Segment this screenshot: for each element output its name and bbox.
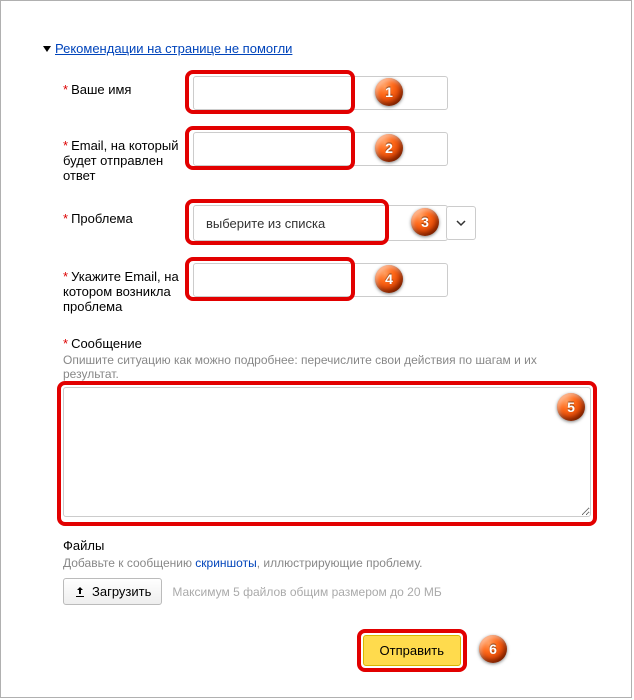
row-problem: *Проблема выберите из списка 3 <box>63 205 591 241</box>
upload-button-label: Загрузить <box>92 584 151 599</box>
message-textarea[interactable] <box>63 387 591 517</box>
files-help: Добавьте к сообщению скриншоты, иллюстри… <box>63 556 591 570</box>
label-problem-email: *Укажите Email, на котором возникла проб… <box>63 263 193 314</box>
screenshots-link[interactable]: скриншоты <box>195 556 256 570</box>
row-message: *Сообщение Опишите ситуацию как можно по… <box>63 336 591 520</box>
chevron-down-icon[interactable] <box>446 206 476 240</box>
required-mark: * <box>63 138 68 153</box>
email-input[interactable] <box>193 132 448 166</box>
row-files: Файлы Добавьте к сообщению скриншоты, ил… <box>63 538 591 605</box>
upload-button[interactable]: Загрузить <box>63 578 162 605</box>
form: *Ваше имя 1 *Email, на который будет отп… <box>63 76 591 666</box>
row-email: *Email, на который будет отправлен ответ… <box>63 132 591 183</box>
header-toggle[interactable]: Рекомендации на странице не помогли <box>43 41 631 56</box>
name-input[interactable] <box>193 76 448 110</box>
required-mark: * <box>63 211 68 226</box>
required-mark: * <box>63 269 68 284</box>
submit-button[interactable]: Отправить <box>363 635 461 666</box>
label-problem: *Проблема <box>63 205 193 226</box>
upload-hint: Максимум 5 файлов общим размером до 20 М… <box>172 585 441 599</box>
required-mark: * <box>63 336 68 351</box>
label-message: Сообщение <box>71 336 142 351</box>
required-mark: * <box>63 82 68 97</box>
problem-email-input[interactable] <box>193 263 448 297</box>
message-help: Опишите ситуацию как можно подробнее: пе… <box>63 353 591 381</box>
row-problem-email: *Укажите Email, на котором возникла проб… <box>63 263 591 314</box>
header-link[interactable]: Рекомендации на странице не помогли <box>55 41 292 56</box>
problem-select[interactable]: выберите из списка <box>193 205 448 241</box>
row-name: *Ваше имя 1 <box>63 76 591 110</box>
label-email: *Email, на который будет отправлен ответ <box>63 132 193 183</box>
triangle-down-icon <box>43 46 51 52</box>
files-title: Файлы <box>63 538 591 553</box>
page-frame: Рекомендации на странице не помогли *Ваш… <box>0 0 632 698</box>
problem-select-value: выберите из списка <box>206 216 325 231</box>
submit-row: Отправить 6 <box>63 635 591 666</box>
annotation-badge-6: 6 <box>479 635 507 663</box>
label-name: *Ваше имя <box>63 76 193 97</box>
upload-icon <box>74 586 86 598</box>
